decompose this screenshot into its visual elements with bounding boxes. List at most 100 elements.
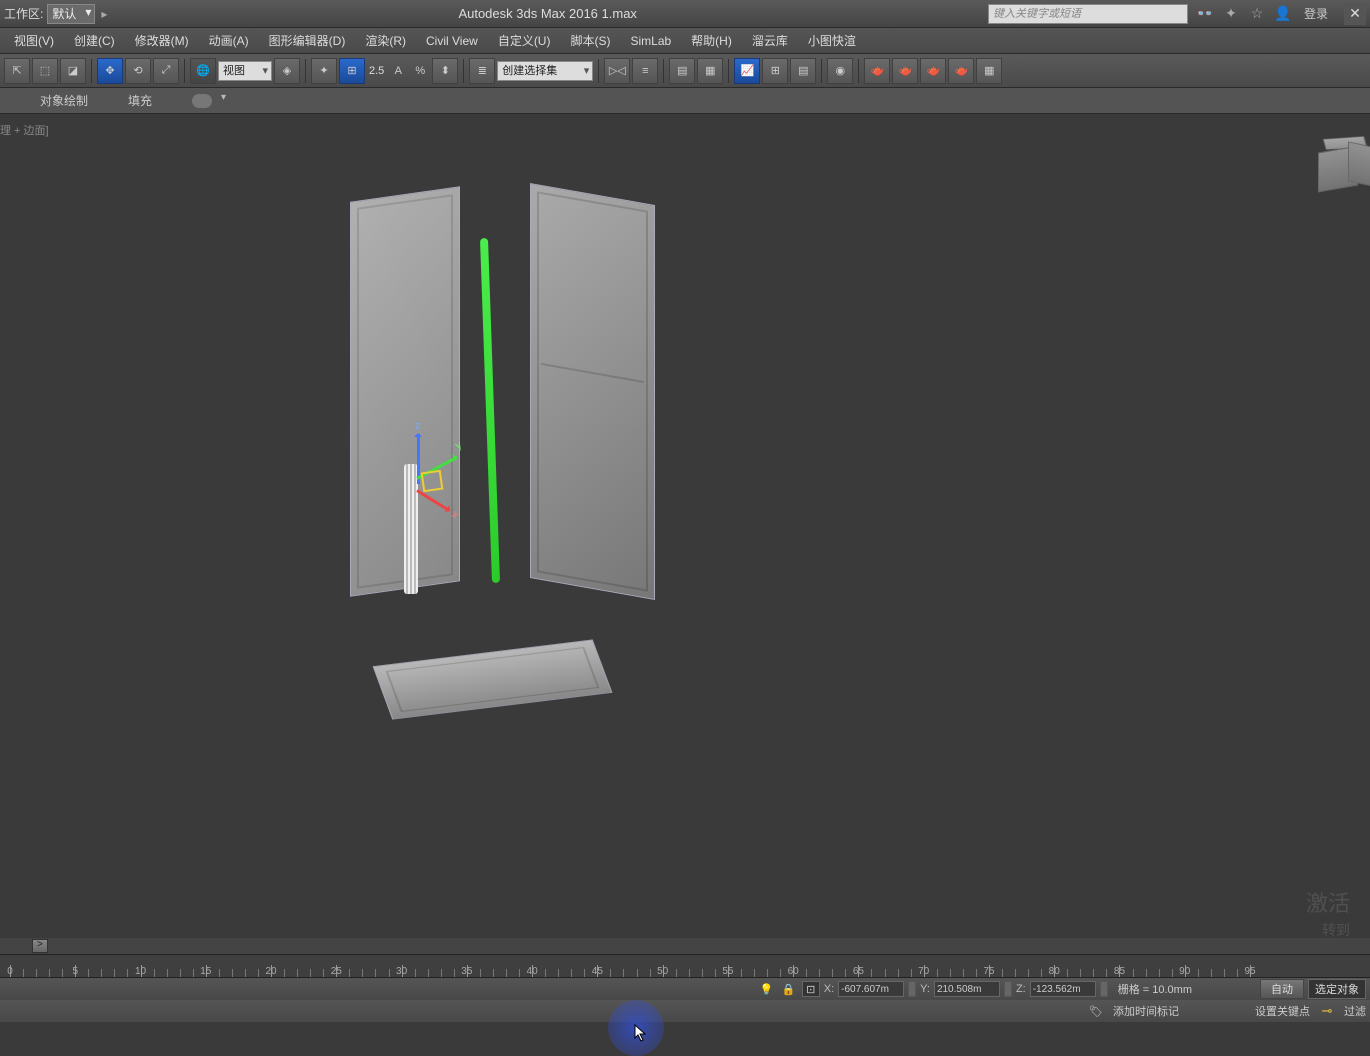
render-prod-icon[interactable]: 🫖 bbox=[920, 58, 946, 84]
pivot-icon[interactable]: ◈ bbox=[274, 58, 300, 84]
ruler-tick-label: 55 bbox=[722, 966, 733, 977]
lamp-icon[interactable]: 💡 bbox=[758, 981, 776, 997]
curve-editor-icon[interactable]: 📈 bbox=[734, 58, 760, 84]
viewcube-side[interactable] bbox=[1348, 141, 1370, 186]
percent-snap-icon[interactable]: % bbox=[410, 58, 430, 84]
ruler-tick-label: 25 bbox=[331, 966, 342, 977]
close-icon[interactable]: ✕ bbox=[1344, 3, 1366, 25]
menu-create[interactable]: 创建(C) bbox=[64, 28, 125, 53]
lock-icon[interactable]: 🔒 bbox=[780, 981, 798, 997]
time-slider[interactable] bbox=[0, 938, 1370, 954]
filter-label[interactable]: 过滤 bbox=[1344, 1003, 1366, 1019]
reference-plane-bottom[interactable] bbox=[373, 639, 613, 719]
spinner-snap-icon[interactable]: ⬍ bbox=[432, 58, 458, 84]
z-label: Z: bbox=[1016, 983, 1026, 995]
material-editor-icon[interactable]: ◉ bbox=[827, 58, 853, 84]
ruler-tick-label: 40 bbox=[527, 966, 538, 977]
named-sel-icon[interactable]: ≣ bbox=[469, 58, 495, 84]
bind-icon[interactable]: ◪ bbox=[60, 58, 86, 84]
menu-help[interactable]: 帮助(H) bbox=[681, 28, 742, 53]
ribbon-object-paint[interactable]: 对象绘制 bbox=[40, 92, 88, 109]
viewport-label[interactable]: 理 + 边面] bbox=[0, 122, 49, 138]
y-label: Y: bbox=[920, 983, 930, 995]
menu-render[interactable]: 渲染(R) bbox=[355, 28, 416, 53]
render-setup-icon[interactable]: 🫖 bbox=[864, 58, 890, 84]
grid-value: 栅格 = 10.0mm bbox=[1118, 981, 1192, 997]
snap-toggle-icon[interactable]: ⊞ bbox=[339, 58, 365, 84]
menu-customize[interactable]: 自定义(U) bbox=[488, 28, 561, 53]
render-frame-icon[interactable]: 🫖 bbox=[892, 58, 918, 84]
y-spinner[interactable] bbox=[1004, 981, 1012, 997]
workspace-dropdown[interactable]: 默认 bbox=[47, 4, 95, 24]
ruler-tick-label: 90 bbox=[1179, 966, 1190, 977]
ruler-tick-label: 10 bbox=[135, 966, 146, 977]
x-spinner[interactable] bbox=[908, 981, 916, 997]
layers-icon[interactable]: ▤ bbox=[669, 58, 695, 84]
transform-gizmo[interactable] bbox=[397, 434, 477, 534]
menu-modifiers[interactable]: 修改器(M) bbox=[125, 28, 199, 53]
menu-script[interactable]: 脚本(S) bbox=[560, 28, 620, 53]
select-move-icon[interactable]: ✥ bbox=[97, 58, 123, 84]
time-tag-icon[interactable]: 🏷 bbox=[1087, 1003, 1105, 1019]
gizmo-xy-plane[interactable] bbox=[421, 470, 444, 492]
dope-sheet-icon[interactable]: ⊞ bbox=[762, 58, 788, 84]
angle-snap-icon[interactable]: A bbox=[388, 58, 408, 84]
selected-field[interactable]: 选定对象 bbox=[1308, 979, 1366, 999]
menu-view[interactable]: 视图(V) bbox=[4, 28, 64, 53]
x-input[interactable]: -607.607m bbox=[838, 981, 904, 997]
timeline-ruler[interactable]: 05101520253035404550556065707580859095 bbox=[0, 954, 1370, 978]
favorite-icon[interactable]: ☆ bbox=[1248, 5, 1266, 23]
app-title: Autodesk 3ds Max 2016 1.max bbox=[107, 6, 988, 21]
watermark-activate: 激活 bbox=[1306, 886, 1350, 918]
z-spinner[interactable] bbox=[1100, 981, 1108, 997]
select-manipulate-icon[interactable]: ✦ bbox=[311, 58, 337, 84]
schematic-icon[interactable]: ▤ bbox=[790, 58, 816, 84]
select-rotate-icon[interactable]: ⟲ bbox=[125, 58, 151, 84]
time-slider-handle[interactable] bbox=[32, 939, 48, 953]
render-preset-icon[interactable]: ▦ bbox=[976, 58, 1002, 84]
key-icon[interactable]: ⊸ bbox=[1318, 1003, 1336, 1019]
ruler-tick-label: 5 bbox=[72, 966, 78, 977]
ruler-tick-label: 15 bbox=[200, 966, 211, 977]
menu-civil-view[interactable]: Civil View bbox=[416, 28, 488, 53]
x-label: X: bbox=[824, 983, 834, 995]
ruler-tick-label: 45 bbox=[592, 966, 603, 977]
layer-manager-icon[interactable]: ▦ bbox=[697, 58, 723, 84]
z-input[interactable]: -123.562m bbox=[1030, 981, 1096, 997]
menu-animation[interactable]: 动画(A) bbox=[199, 28, 259, 53]
select-link-icon[interactable]: ⇱ bbox=[4, 58, 30, 84]
menu-simlab[interactable]: SimLab bbox=[620, 28, 681, 53]
reference-coord-icon[interactable]: 🌐 bbox=[190, 58, 216, 84]
gizmo-x-axis[interactable] bbox=[416, 489, 450, 512]
title-bar: 工作区: 默认 ▸ Autodesk 3ds Max 2016 1.max 键入… bbox=[0, 0, 1370, 28]
mirror-icon[interactable]: ▷◁ bbox=[604, 58, 630, 84]
y-input[interactable]: 210.508m bbox=[934, 981, 1000, 997]
reference-plane-right[interactable] bbox=[530, 183, 655, 600]
isolate-icon[interactable]: ⊡ bbox=[802, 981, 820, 997]
align-icon[interactable]: ≡ bbox=[632, 58, 658, 84]
ribbon-toggle-icon[interactable] bbox=[192, 94, 212, 108]
viewport[interactable]: 理 + 边面] 激活 转到 bbox=[0, 114, 1370, 938]
menu-graph-editors[interactable]: 图形编辑器(D) bbox=[259, 28, 356, 53]
search-input[interactable]: 键入关键字或短语 bbox=[988, 4, 1188, 24]
viewcube[interactable] bbox=[1310, 134, 1370, 204]
render-iterate-icon[interactable]: 🫖 bbox=[948, 58, 974, 84]
ruler-tick-label: 20 bbox=[265, 966, 276, 977]
unlink-icon[interactable]: ⬚ bbox=[32, 58, 58, 84]
ref-coord-dropdown[interactable]: 视图 bbox=[218, 61, 272, 81]
scene-objects bbox=[350, 194, 670, 734]
auto-key-button[interactable]: 自动 bbox=[1260, 979, 1304, 999]
ruler-tick-label: 85 bbox=[1114, 966, 1125, 977]
ribbon-fill[interactable]: 填充 bbox=[128, 92, 152, 109]
selection-set-dropdown[interactable]: 创建选择集 bbox=[497, 61, 593, 81]
login-link[interactable]: 登录 bbox=[1304, 5, 1328, 23]
set-key-label[interactable]: 设置关键点 bbox=[1255, 1003, 1310, 1019]
menu-xiaotu[interactable]: 小图快渲 bbox=[798, 28, 866, 53]
binoculars-icon[interactable]: 👓 bbox=[1196, 5, 1214, 23]
menu-liuyun[interactable]: 溜云库 bbox=[742, 28, 798, 53]
user-icon[interactable]: 👤 bbox=[1274, 5, 1292, 23]
select-scale-icon[interactable]: ⤢ bbox=[153, 58, 179, 84]
spline-object[interactable] bbox=[480, 238, 500, 583]
help-icon[interactable]: ✦ bbox=[1222, 5, 1240, 23]
add-time-tag[interactable]: 添加时间标记 bbox=[1113, 1003, 1179, 1019]
